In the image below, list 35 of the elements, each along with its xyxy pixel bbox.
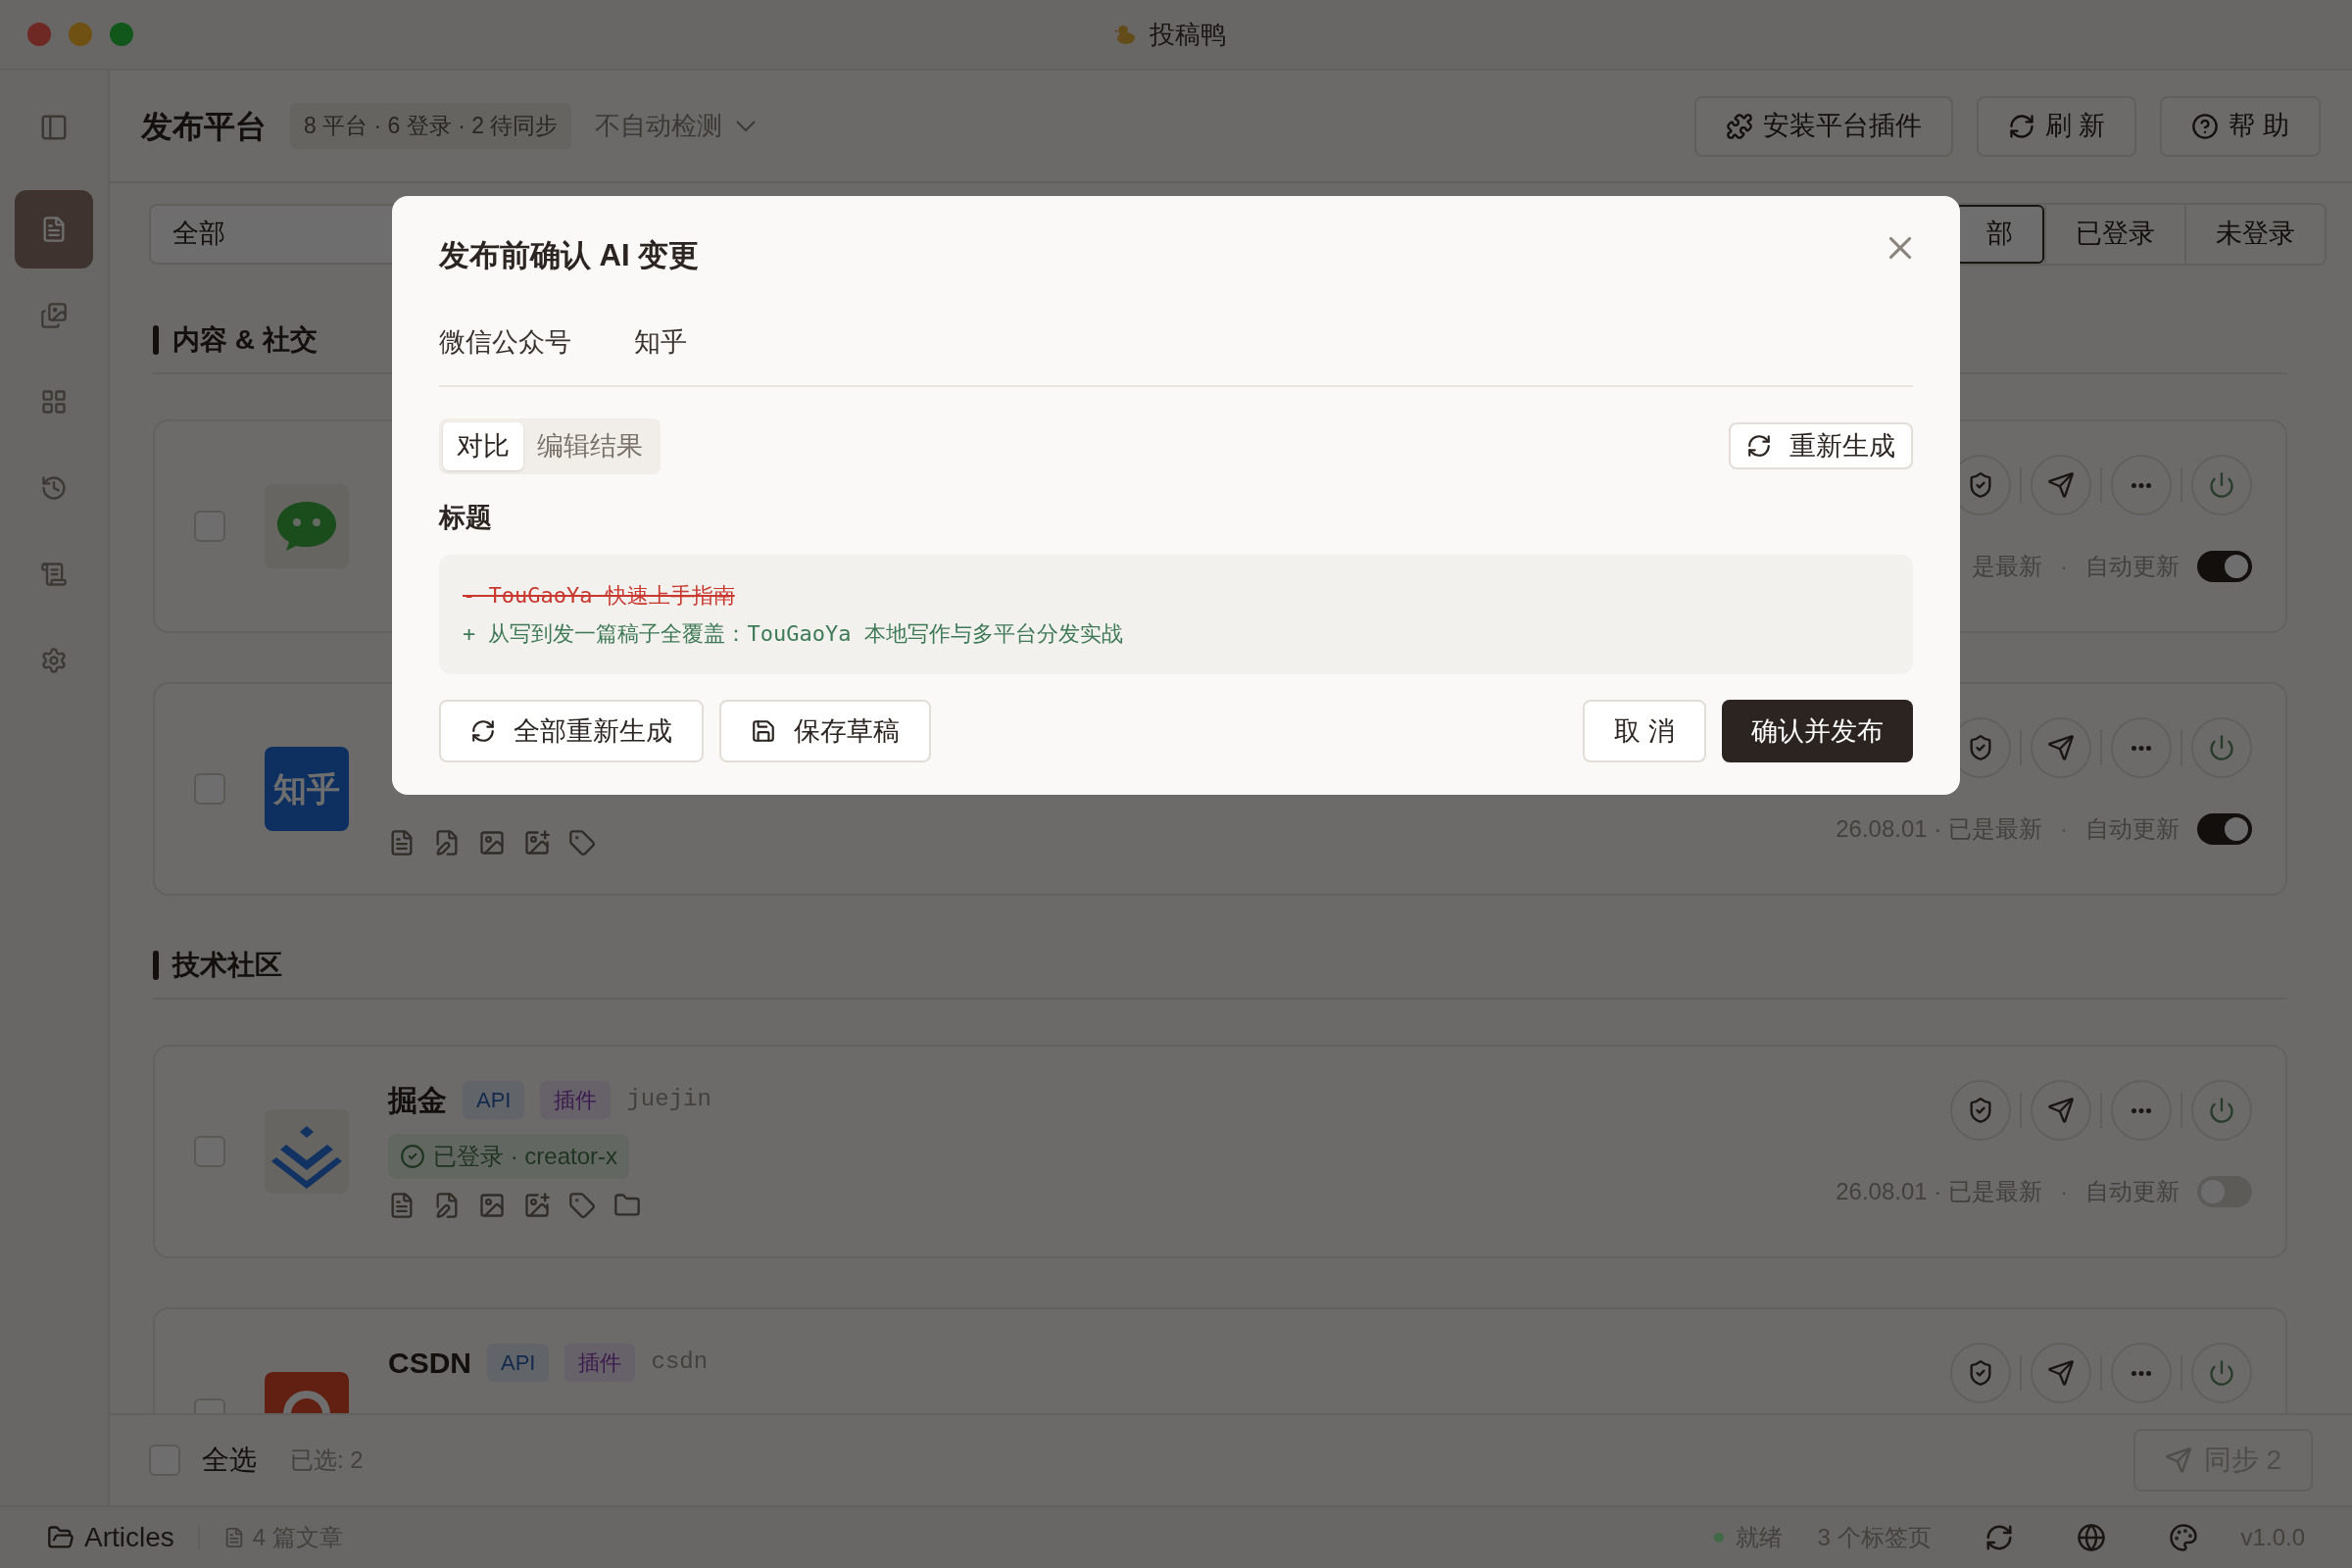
platform-tab[interactable]: 微信公众号	[439, 321, 571, 362]
zhihu-logo: 知乎	[265, 747, 349, 831]
tag: 插件	[540, 1080, 612, 1119]
regenerate-button[interactable]: 重新生成	[1729, 422, 1913, 470]
added-line: + 从写到发一篇稿子全覆盖：TouGaoYa 本地写作与多平台分发实战	[463, 620, 1123, 648]
window-title: 投稿鸭	[1150, 18, 1226, 51]
filter-tab[interactable]: 已登录	[2044, 204, 2184, 264]
view-tab[interactable]: 编辑结果	[523, 422, 657, 470]
separator-dot: ·	[2060, 814, 2068, 844]
platform-name: 掘金	[388, 1082, 447, 1118]
toolbar-button[interactable]: 帮 助	[2160, 95, 2321, 157]
filter-tab[interactable]: 未登录	[2184, 204, 2325, 264]
toolbar-button[interactable]: 安装平台插件	[1693, 95, 1953, 157]
tag: API	[487, 1343, 550, 1382]
summary-badge: 8 平台 · 6 登录 · 2 待同步	[290, 103, 572, 149]
select-all-label: 全选	[202, 1444, 257, 1477]
folder-name[interactable]: Articles	[84, 1517, 174, 1558]
field-label: 标题	[439, 501, 493, 534]
save-draft-button[interactable]: 保存草稿	[719, 700, 931, 762]
confirm-button[interactable]: 确认并发布	[1722, 700, 1913, 762]
section-title: 内容 & 社交	[172, 323, 318, 357]
separator-dot: ·	[2060, 1177, 2068, 1206]
regenerate-all-button[interactable]: 全部重新生成	[439, 700, 704, 762]
tag: API	[463, 1080, 525, 1119]
removed-line: - TouGaoYa 快速上手指南	[463, 582, 735, 610]
platform-name: CSDN	[388, 1345, 471, 1381]
view-tab[interactable]: 对比	[443, 422, 523, 470]
section-title: 技术社区	[172, 949, 282, 982]
platform-tab[interactable]: 知乎	[634, 321, 687, 362]
toolbar-button[interactable]: 刷 新	[1976, 95, 2137, 157]
separator-dot: ·	[2060, 552, 2068, 581]
page-title: 发布平台	[141, 107, 267, 146]
status-text: 已登录 · creator-x	[433, 1142, 617, 1171]
tag: 插件	[564, 1343, 636, 1382]
cancel-button[interactable]: 取 消	[1583, 700, 1706, 762]
